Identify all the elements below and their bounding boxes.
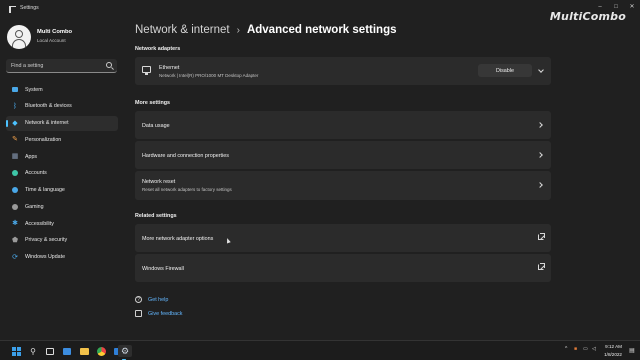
globe-icon: [11, 186, 19, 194]
hardware-properties-label: Hardware and connection properties: [142, 153, 229, 159]
sidebar-item-label: Bluetooth & devices: [25, 103, 72, 110]
search-icon: [106, 62, 112, 68]
user-name: Multi Combo: [37, 29, 73, 35]
windows-firewall-item[interactable]: Windows Firewall: [135, 254, 551, 282]
windows-logo-icon: [11, 346, 21, 356]
more-adapter-options-label: More network adapter options: [142, 236, 214, 242]
watermark-logo: MultiCombo: [549, 10, 626, 23]
chrome-icon[interactable]: [95, 345, 107, 357]
person-icon: [11, 169, 19, 177]
breadcrumb-parent[interactable]: Network & internet: [135, 24, 230, 36]
sidebar-item-label: Accounts: [25, 170, 47, 177]
page-title: Advanced network settings: [246, 24, 397, 36]
more-adapter-options-item[interactable]: More network adapter options: [135, 224, 551, 252]
taskbar-search-icon[interactable]: ⚲: [27, 345, 39, 357]
sidebar-item-apps[interactable]: ▦ Apps: [6, 149, 118, 164]
adapter-name: Ethernet: [159, 65, 180, 71]
sidebar-item-label: Gaming: [25, 203, 44, 210]
search-placeholder: Find a setting: [11, 63, 44, 69]
account-type: Local Account: [37, 38, 66, 43]
widgets-icon[interactable]: [61, 345, 73, 357]
network-reset-item[interactable]: Network reset Reset all network adapters…: [135, 171, 551, 200]
settings-window: Settings – □ ✕ MultiCombo Multi Combo Lo…: [0, 0, 640, 340]
sidebar-item-time-language[interactable]: Time & language: [6, 183, 118, 198]
open-external-icon: [538, 263, 545, 270]
adapter-description: Network | Intel(R) PRO/1000 MT Desktop A…: [159, 73, 259, 78]
section-network-adapters: Network adapters: [135, 46, 181, 52]
wifi-icon: ◆: [12, 119, 18, 127]
get-help-link[interactable]: ? Get help: [135, 296, 168, 303]
breadcrumb: Network & internet › Advanced network se…: [135, 24, 397, 36]
clock-date[interactable]: 1/8/2022: [604, 352, 622, 357]
ethernet-adapter-card[interactable]: Ethernet Network | Intel(R) PRO/1000 MT …: [135, 57, 551, 85]
taskbar: ⚲ ⚙ ^ ■ ▭ ◁ 9:12 AM 1/8/2022 ▤: [0, 340, 640, 360]
get-help-label: Get help: [148, 296, 169, 303]
sidebar-item-accounts[interactable]: Accounts: [6, 166, 118, 181]
sidebar-item-bluetooth[interactable]: ᛒ Bluetooth & devices: [6, 99, 118, 114]
notifications-icon[interactable]: ▤: [627, 345, 637, 355]
chevron-right-icon: [537, 152, 543, 158]
sidebar-item-label: Privacy & security: [25, 237, 68, 244]
sidebar-item-accessibility[interactable]: ✱ Accessibility: [6, 216, 118, 231]
sidebar-item-label: Accessibility: [25, 220, 54, 227]
windows-firewall-label: Windows Firewall: [142, 266, 184, 272]
start-button[interactable]: [10, 345, 22, 357]
search-input[interactable]: Find a setting: [6, 59, 117, 73]
user-profile[interactable]: Multi Combo Local Account: [7, 25, 127, 49]
sidebar-item-gaming[interactable]: Gaming: [6, 199, 118, 214]
chevron-right-icon: [537, 182, 543, 188]
brush-icon: ✎: [12, 136, 18, 144]
section-more-settings: More settings: [135, 100, 171, 106]
monitor-icon: [11, 86, 19, 94]
volume-icon[interactable]: ◁: [592, 346, 596, 352]
sidebar-item-windows-update[interactable]: ⟳ Windows Update: [6, 250, 118, 265]
chevron-up-icon[interactable]: ^: [565, 346, 567, 352]
avatar: [7, 25, 31, 49]
file-explorer-icon[interactable]: [78, 345, 90, 357]
app-tray-icon[interactable]: ■: [574, 346, 577, 352]
sidebar-item-label: System: [25, 86, 43, 93]
sidebar-item-label: Personalization: [25, 136, 62, 143]
chevron-right-icon: [537, 122, 543, 128]
chevron-down-icon[interactable]: [538, 67, 544, 73]
section-related-settings: Related settings: [135, 213, 177, 219]
clock-time[interactable]: 9:12 AM: [605, 344, 622, 349]
close-button[interactable]: ✕: [624, 0, 640, 13]
hardware-properties-item[interactable]: Hardware and connection properties: [135, 141, 551, 169]
data-usage-item[interactable]: Data usage: [135, 111, 551, 139]
task-view-icon[interactable]: [44, 345, 56, 357]
apps-icon: ▦: [11, 153, 19, 160]
sidebar-item-label: Time & language: [25, 187, 65, 193]
network-icon[interactable]: ▭: [583, 346, 588, 352]
sidebar-item-label: Network & internet: [25, 120, 69, 126]
settings-taskbar-icon[interactable]: ⚙: [118, 345, 132, 360]
open-external-icon: [538, 233, 545, 240]
give-feedback-link[interactable]: Give feedback: [135, 310, 182, 317]
shield-icon: ⬟: [11, 236, 19, 244]
window-title: Settings: [20, 5, 39, 11]
gamepad-icon: [11, 203, 19, 211]
sidebar-item-label: Apps: [25, 153, 38, 160]
disable-button[interactable]: Disable: [478, 64, 532, 77]
ethernet-icon: [142, 66, 151, 75]
network-reset-description: Reset all network adapters to factory se…: [142, 187, 232, 192]
feedback-icon: [135, 310, 142, 317]
accessibility-icon: ✱: [12, 220, 18, 227]
sidebar-item-label: Windows Update: [25, 254, 66, 260]
sidebar-item-network[interactable]: ◆ Network & internet: [6, 115, 118, 131]
give-feedback-label: Give feedback: [148, 310, 183, 317]
breadcrumb-separator: ›: [236, 24, 240, 36]
bluetooth-icon: ᛒ: [12, 102, 18, 110]
network-reset-label: Network reset: [142, 179, 176, 185]
sidebar-item-privacy[interactable]: ⬟ Privacy & security: [6, 233, 118, 248]
data-usage-label: Data usage: [142, 123, 170, 129]
sidebar-item-personalization[interactable]: ✎ Personalization: [6, 132, 118, 147]
title-bar: Settings – □ ✕: [0, 0, 640, 18]
update-icon: ⟳: [12, 253, 18, 261]
back-arrow-icon[interactable]: [9, 6, 16, 13]
help-icon: ?: [135, 296, 142, 303]
sidebar-item-system[interactable]: System: [6, 82, 118, 97]
sidebar-nav: System ᛒ Bluetooth & devices ◆ Network &…: [6, 82, 118, 266]
